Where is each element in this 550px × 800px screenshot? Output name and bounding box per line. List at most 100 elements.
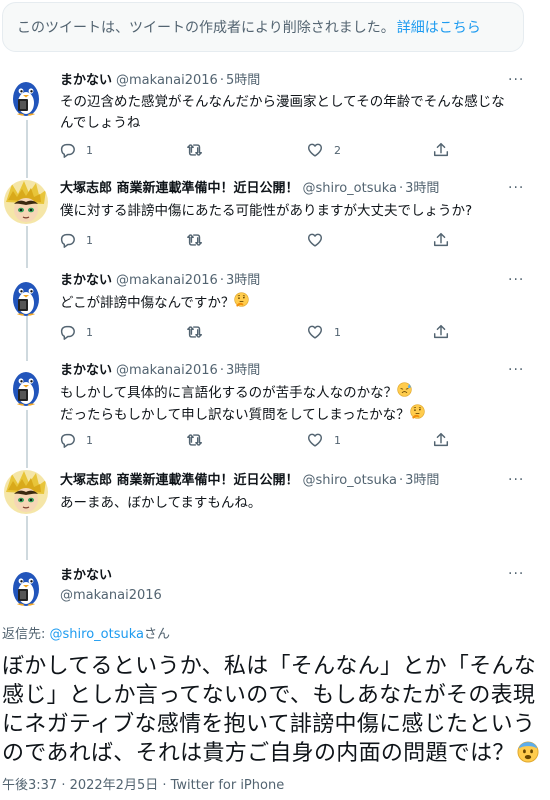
fearful-face-emoji [516, 741, 539, 763]
main-tweet-text: ぼかしてるというか、私は「そんなん」とか「そんな 感じ」としか言ってないので、も… [2, 652, 542, 768]
more-options-icon[interactable]: ··· [508, 472, 524, 488]
tweet[interactable]: まかない @makanai2016 · 3時間 ··· どこが誹謗中傷なんですか？ 1… [0, 272, 550, 352]
display-name[interactable]: まかない [60, 568, 112, 583]
tweet-time-sep: · [219, 363, 224, 378]
tweet-time-sep: · [219, 273, 224, 288]
tweet-time[interactable]: 3時間 [405, 181, 439, 196]
reply-count: 1 [86, 143, 93, 157]
main-tweet-line: ぼかしてるというか、私は「そんなん」とか「そんな [2, 654, 537, 679]
penguin-avatar[interactable] [4, 562, 48, 606]
tweet[interactable]: まかない @makanai2016 · 5時間 ··· その辺含めた感覚がそんなんだか… [0, 72, 550, 172]
reply-count: 1 [86, 325, 93, 339]
retweet-button[interactable] [186, 140, 204, 160]
tweet-text-line: あーまあ、ぼかしてますもんね。 [60, 495, 262, 511]
main-tweet-line: 感じ」としか言ってないので、もしあなたがその表現 [2, 683, 536, 708]
penguin-avatar[interactable] [4, 272, 48, 316]
tweet[interactable]: 大塚志郎 商業新連載準備中！近日公開！ @shiro_otsuka · 3時間 ···… [0, 468, 550, 548]
heart-icon [307, 143, 323, 157]
like-button[interactable]: 1 [306, 322, 341, 342]
penguin-avatar[interactable] [4, 72, 48, 116]
share-button[interactable] [432, 322, 450, 342]
heart-icon [307, 325, 323, 339]
share-button[interactable] [432, 230, 450, 250]
tweet-actions: 1 [54, 230, 454, 250]
tweet-actions: 1 1 [54, 430, 454, 450]
retweet-button[interactable] [186, 322, 204, 342]
like-button[interactable]: 2 [306, 140, 341, 160]
tweet-time-sep: · [399, 473, 404, 488]
more-options-icon[interactable]: ··· [508, 72, 524, 88]
deleted-tweet-notice: このツイートは、ツイートの作成者により削除されました。 詳細はこちら [2, 2, 524, 52]
display-name[interactable]: 大塚志郎 商業新連載準備中！近日公開！ [60, 181, 299, 196]
replying-to-label: 返信先: [2, 627, 50, 642]
share-icon [433, 432, 449, 447]
tweet-handle[interactable]: @makanai2016 [116, 273, 218, 288]
sweat-face-emoji [397, 382, 412, 397]
share-icon [433, 324, 449, 339]
tweet-time[interactable]: 5時間 [226, 73, 260, 88]
retweet-icon [187, 143, 203, 157]
reply-count: 1 [86, 433, 93, 447]
reply-icon [60, 433, 75, 448]
penguin-avatar[interactable] [4, 362, 48, 406]
tweet[interactable]: まかない @makanai2016 · 3時間 ··· もしかして具体的に言語化するの… [0, 362, 550, 462]
tweet-text: 僕に対する誹謗中傷にあたる可能性がありますが大丈夫でしょうか? [60, 201, 520, 222]
reply-button[interactable]: 1 [58, 322, 93, 342]
tweet-text-line: その辺含めた感覚がそんなんだから漫画家としてその年齢でそんな感じな [60, 94, 505, 110]
reply-icon [60, 143, 75, 158]
tweet-text: どこが誹謗中傷なんですか？ [60, 292, 520, 314]
like-button[interactable] [306, 230, 324, 250]
heart-icon [307, 233, 323, 247]
like-count: 1 [334, 433, 341, 447]
display-name[interactable]: まかない [60, 273, 112, 288]
tweet-time[interactable]: 3時間 [226, 273, 260, 288]
tweet-time[interactable]: 3時間 [226, 363, 260, 378]
tweet-handle[interactable]: @makanai2016 [116, 363, 218, 378]
retweet-icon [187, 233, 203, 247]
more-options-icon[interactable]: ··· [508, 362, 524, 378]
tweet[interactable]: 大塚志郎 商業新連載準備中！近日公開！ @shiro_otsuka · 3時間 ···… [0, 178, 550, 258]
retweet-icon [187, 433, 203, 447]
tweet-text-line: どこが誹謗中傷なんですか？ [60, 295, 235, 311]
display-name[interactable]: 大塚志郎 商業新連載準備中！近日公開！ [60, 473, 299, 488]
manga-character-avatar[interactable] [4, 470, 48, 514]
tweet-text: その辺含めた感覚がそんなんだから漫画家としてその年齢でそんな感じな んでしょうね [60, 92, 520, 134]
main-tweet-line: にネガティブな感情を抱いて誹謗中傷に感じたという [2, 712, 536, 737]
tweet-text-line: 僕に対する誹謗中傷にあたる可能性がありますが大丈夫でしょうか? [60, 203, 473, 219]
manga-character-avatar[interactable] [4, 180, 48, 224]
learn-more-link[interactable]: 詳細はこちら [397, 20, 481, 36]
tweet-text-line: もしかして具体的に言語化するのが苦手な人なのかな？ [60, 385, 398, 401]
replying-to-suffix: さん [143, 627, 170, 642]
tweet-timestamp[interactable]: 午後3:37 · 2022年2月5日 · Twitter for iPhone [2, 774, 284, 793]
tweet-actions: 1 2 [54, 140, 454, 160]
retweet-button[interactable] [186, 230, 204, 250]
tweet-time[interactable]: 3時間 [405, 473, 439, 488]
tweet-handle[interactable]: @shiro_otsuka [303, 473, 397, 488]
retweet-icon [187, 325, 203, 339]
retweet-button[interactable] [186, 430, 204, 450]
display-name[interactable]: まかない [60, 363, 112, 378]
thinking-face-emoji [234, 292, 250, 307]
share-button[interactable] [432, 140, 450, 160]
reply-button[interactable]: 1 [58, 430, 93, 450]
tweet-time-sep: · [399, 181, 404, 196]
tweet-handle[interactable]: @makanai2016 [116, 73, 218, 88]
tweet-header: まかない @makanai2016 · 3時間 [60, 272, 260, 290]
tweet-header: まかない @makanai2016 · 5時間 [60, 72, 260, 90]
tweet-header: まかない @makanai2016 · 3時間 [60, 362, 260, 380]
more-options-icon[interactable]: ··· [508, 180, 524, 196]
share-button[interactable] [432, 430, 450, 450]
tweet-actions: 1 1 [54, 322, 454, 342]
like-count: 2 [334, 143, 341, 157]
more-options-icon[interactable]: ··· [508, 272, 524, 288]
reply-button[interactable]: 1 [58, 230, 93, 250]
more-options-icon[interactable]: ··· [508, 566, 524, 582]
reply-button[interactable]: 1 [58, 140, 93, 160]
deleted-notice-text: このツイートは、ツイートの作成者により削除されました。 [17, 20, 395, 36]
display-name[interactable]: まかない [60, 73, 112, 88]
tweet-header: 大塚志郎 商業新連載準備中！近日公開！ @shiro_otsuka · 3時間 [60, 472, 439, 490]
tweet-handle[interactable]: @shiro_otsuka [303, 181, 397, 196]
like-button[interactable]: 1 [306, 430, 341, 450]
main-tweet-handle[interactable]: @makanai2016 [60, 588, 162, 603]
replying-to-handle-link[interactable]: @shiro_otsuka [50, 627, 144, 642]
